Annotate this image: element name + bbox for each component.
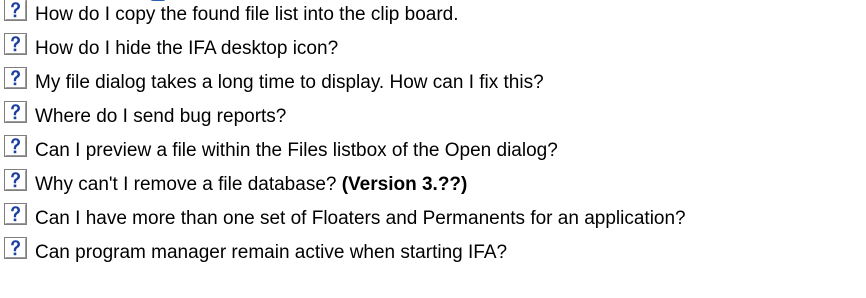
faq-item: How do I copy the found file list into t… [0,0,866,30]
faq-item: My file dialog takes a long time to disp… [0,64,866,98]
help-question-icon[interactable] [4,169,27,191]
faq-link[interactable]: Can I have more than one set of Floaters… [35,208,686,230]
help-question-icon[interactable] [4,67,27,89]
faq-link[interactable]: Where do I send bug reports? [35,106,286,128]
help-question-icon[interactable] [4,101,27,123]
faq-question-text: Why can't I remove a file database? [35,174,342,195]
faq-item: Can program manager remain active when s… [0,234,866,268]
faq-question-text: How do I hide the IFA desktop icon? [35,38,339,59]
faq-item: How do I hide the IFA desktop icon? [0,30,866,64]
faq-link[interactable]: How do I hide the IFA desktop icon? [35,38,338,60]
version-note: (Version 3.??) [341,174,468,195]
faq-link[interactable]: How do I copy the found file list into t… [35,4,459,26]
faq-item: Can I have more than one set of Floaters… [0,200,866,234]
faq-question-text: My file dialog takes a long time to disp… [35,72,544,93]
faq-link[interactable]: Can program manager remain active when s… [35,242,507,264]
faq-list: How do I copy the found file list into t… [0,0,866,268]
faq-question-text: Can program manager remain active when s… [35,242,508,263]
faq-link[interactable]: Can I preview a file within the Files li… [35,140,558,162]
faq-link[interactable]: Why can't I remove a file database? (Ver… [35,174,467,196]
faq-item: Why can't I remove a file database? (Ver… [0,166,866,200]
help-question-icon[interactable] [4,237,27,259]
faq-item: Where do I send bug reports? [0,98,866,132]
help-question-icon[interactable] [4,135,27,157]
help-question-icon[interactable] [4,0,27,21]
faq-question-text: Where do I send bug reports? [35,106,287,127]
faq-link[interactable]: My file dialog takes a long time to disp… [35,72,544,94]
faq-question-text: How do I copy the found file list into t… [35,4,459,25]
help-question-icon[interactable] [4,33,27,55]
help-question-icon[interactable] [4,203,27,225]
faq-question-text: Can I preview a file within the Files li… [35,140,558,161]
faq-item: Can I preview a file within the Files li… [0,132,866,166]
faq-question-text: Can I have more than one set of Floaters… [35,208,686,229]
